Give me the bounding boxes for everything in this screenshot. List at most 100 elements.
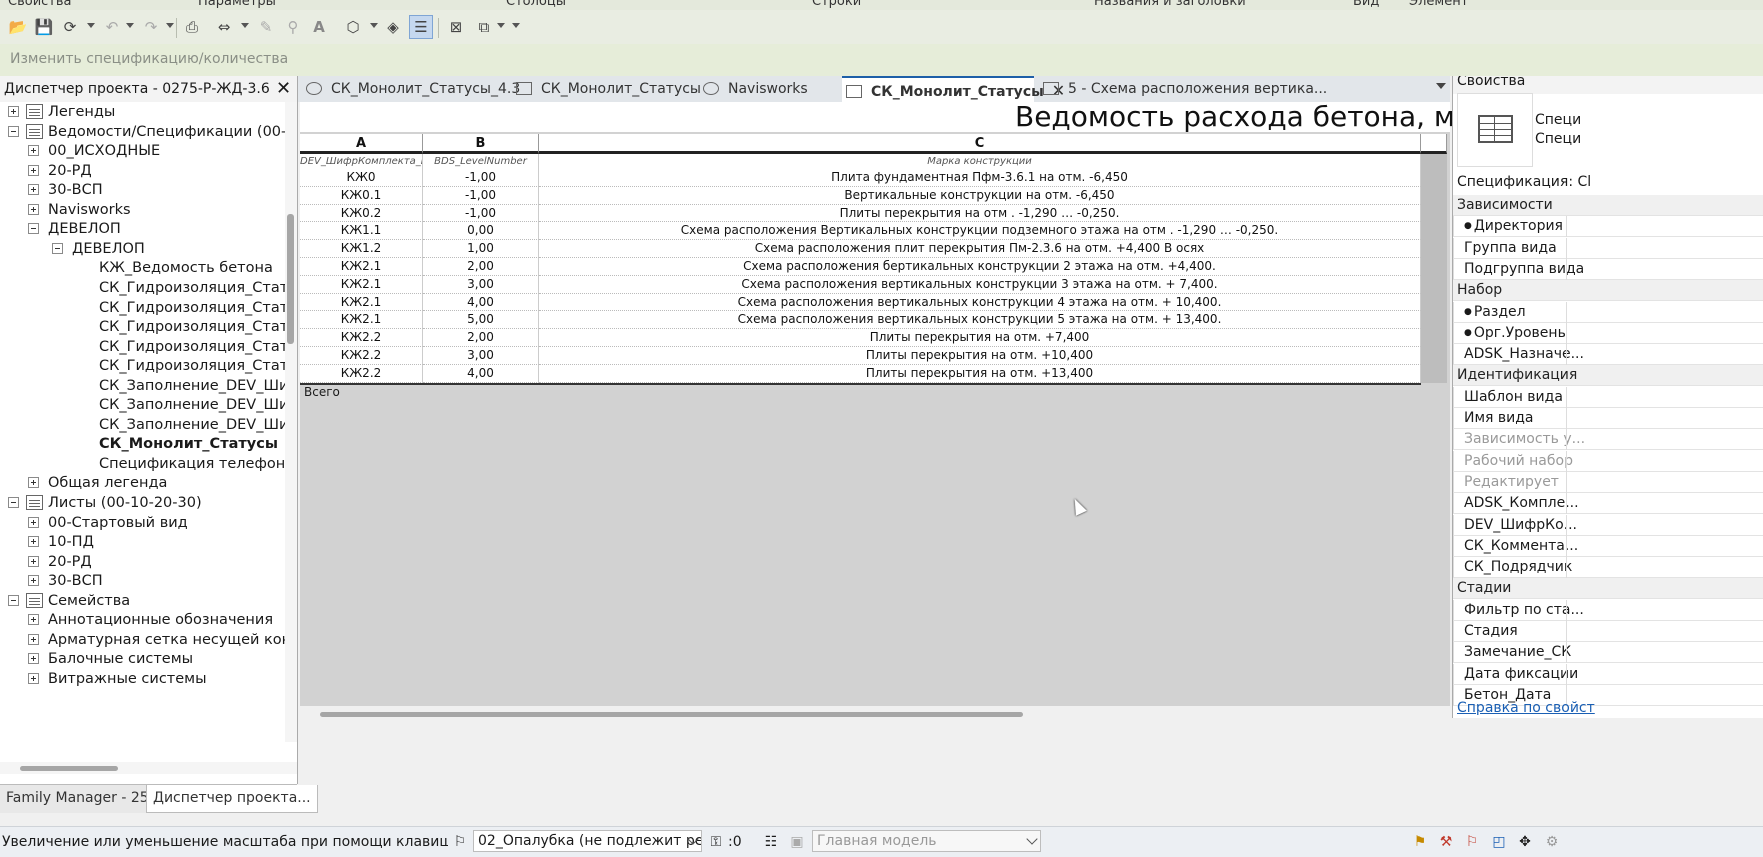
- schedule-title[interactable]: Ведомость расхода бетона, м³: [1015, 100, 1466, 133]
- table-cell[interactable]: 5,00: [423, 311, 539, 330]
- instance-selector[interactable]: Спецификация: Cl: [1457, 174, 1591, 190]
- column-letter-header[interactable]: A: [300, 134, 423, 154]
- tree-item[interactable]: 20-РД: [0, 552, 285, 572]
- vertical-scrollbar[interactable]: [285, 102, 297, 742]
- property-group-header[interactable]: Набор: [1453, 280, 1763, 302]
- view-tab[interactable]: СК_Монолит_Статусы: [516, 76, 701, 102]
- table-cell[interactable]: 3,00: [423, 347, 539, 365]
- view-tab-active[interactable]: СК_Монолит_Статусы ✕: [842, 76, 1065, 102]
- table-cell[interactable]: 0,00: [423, 222, 539, 241]
- table-cell[interactable]: КЖ0.2: [300, 204, 423, 223]
- property-row[interactable]: ADSK_Назначе...: [1453, 344, 1763, 366]
- expand-icon[interactable]: [28, 184, 39, 196]
- tree-item[interactable]: СК_Заполнение_DEV_ШифрК: [0, 415, 285, 435]
- undo-dropdown-icon[interactable]: [126, 23, 134, 28]
- tree-item[interactable]: СК_Заполнение_DEV_ШифрК: [0, 395, 285, 415]
- tree-item[interactable]: СК_Гидроизоляция_Статусы_: [0, 298, 285, 318]
- tree-item[interactable]: Листы (00-10-20-30): [0, 493, 285, 513]
- customize-qat-icon[interactable]: [512, 23, 520, 28]
- expand-icon[interactable]: [28, 145, 39, 157]
- collapse-icon[interactable]: [52, 242, 63, 254]
- tree-item[interactable]: Общая легенда: [0, 473, 285, 493]
- expand-icon[interactable]: [28, 672, 39, 684]
- open-icon[interactable]: 📂: [6, 15, 30, 39]
- table-cell[interactable]: КЖ2.1: [300, 275, 423, 294]
- table-cell[interactable]: Схема расположения бертикальных конструк…: [539, 258, 1421, 276]
- redo-dropdown-icon[interactable]: [166, 23, 174, 28]
- tree-item[interactable]: 00_ИСХОДНЫЕ: [0, 141, 285, 161]
- table-cell[interactable]: 4,00: [423, 293, 539, 312]
- tree-item[interactable]: Спецификация телефонных у: [0, 454, 285, 474]
- expand-icon[interactable]: [28, 477, 39, 489]
- close-hidden-windows-icon[interactable]: ⊠: [444, 15, 468, 39]
- tree-item[interactable]: СК_Гидроизоляция_Статусы_: [0, 356, 285, 376]
- table-cell[interactable]: КЖ2.2: [300, 329, 423, 347]
- table-cell[interactable]: Схема расположения плит перекрытия Пм-2.…: [539, 240, 1421, 258]
- field-header[interactable]: DEV_ШифрКомплекта_К: [300, 154, 423, 169]
- property-row[interactable]: ADSK_Компле...: [1453, 493, 1763, 515]
- ribbon-tab[interactable]: Свойства: [8, 0, 72, 9]
- ribbon-tab[interactable]: Вид: [1353, 0, 1379, 9]
- table-cell[interactable]: Схема расположения Вертикальных конструк…: [539, 222, 1421, 241]
- design-option-select[interactable]: Главная модель: [812, 830, 1041, 852]
- table-cell[interactable]: КЖ1.2: [300, 240, 423, 258]
- redo-icon[interactable]: ↷: [139, 15, 163, 39]
- property-group-header[interactable]: Стадии: [1453, 578, 1763, 600]
- table-cell[interactable]: -1,00: [423, 186, 539, 205]
- switch-windows-dropdown-icon[interactable]: [497, 23, 505, 28]
- tree-item[interactable]: ДЕВЕЛОП: [0, 239, 285, 259]
- select-links-icon[interactable]: ⚑: [1410, 832, 1430, 852]
- text-icon[interactable]: A: [307, 15, 331, 39]
- table-cell[interactable]: -1,00: [423, 204, 539, 223]
- sync-dropdown-icon[interactable]: [87, 23, 95, 28]
- collapse-icon[interactable]: [28, 223, 39, 235]
- ribbon-tab[interactable]: Названия и заголовки: [1094, 0, 1246, 9]
- collapse-icon[interactable]: [8, 594, 19, 606]
- field-header[interactable]: Марка конструкции: [539, 154, 1421, 169]
- tree-item[interactable]: СК_Гидроизоляция_Статусы_: [0, 317, 285, 337]
- property-row[interactable]: Подгруппа вида: [1453, 258, 1763, 280]
- horizontal-scrollbar[interactable]: [0, 762, 297, 774]
- select-by-face-icon[interactable]: ◰: [1489, 832, 1509, 852]
- expand-icon[interactable]: [28, 575, 39, 587]
- tree-item[interactable]: Аннотационные обозначения: [0, 610, 285, 630]
- table-cell[interactable]: 3,00: [423, 275, 539, 294]
- editing-requests-icon[interactable]: ▣: [787, 832, 807, 852]
- ribbon-tab[interactable]: Параметры: [198, 0, 276, 9]
- tag-icon[interactable]: ⚲: [281, 15, 305, 39]
- tabs-menu-icon[interactable]: [1436, 83, 1446, 89]
- table-cell[interactable]: КЖ2.2: [300, 347, 423, 365]
- property-group-header[interactable]: Идентификация: [1453, 365, 1763, 387]
- tree-item[interactable]: Легенды: [0, 102, 285, 122]
- thin-lines-icon[interactable]: ☰: [409, 15, 433, 39]
- print-icon[interactable]: ⎙: [180, 15, 204, 39]
- tree-item[interactable]: КЖ_Ведомость бетона: [0, 258, 285, 278]
- view-tab[interactable]: Navisworks: [703, 76, 808, 102]
- expand-icon[interactable]: [28, 536, 39, 548]
- tree-item[interactable]: СК_Монолит_Статусы: [0, 434, 285, 454]
- scrollbar-thumb[interactable]: [20, 766, 118, 771]
- close-icon[interactable]: ✕: [276, 78, 291, 99]
- dimension-icon[interactable]: ✎: [254, 15, 278, 39]
- tree-item[interactable]: 30-ВСП: [0, 571, 285, 591]
- tree-item[interactable]: СК_Гидроизоляция_Статусы_: [0, 278, 285, 298]
- property-row[interactable]: Имя вида: [1453, 408, 1763, 429]
- table-cell[interactable]: 4,00: [423, 364, 539, 383]
- tab-project-browser[interactable]: Диспетчер проекта...: [146, 785, 318, 813]
- expand-icon[interactable]: [28, 516, 39, 528]
- design-options-icon[interactable]: ☷: [761, 832, 781, 852]
- tree-item[interactable]: СК_Гидроизоляция_Статусы_: [0, 337, 285, 357]
- scrollbar-thumb[interactable]: [287, 214, 294, 344]
- measure-dropdown-icon[interactable]: [241, 23, 249, 28]
- table-cell[interactable]: КЖ0: [300, 169, 423, 187]
- property-row[interactable]: DEV_ШифрКо...: [1453, 514, 1763, 536]
- select-underlay-icon[interactable]: ⚒: [1436, 832, 1456, 852]
- table-cell[interactable]: Плиты перекрытия на отм. +13,400: [539, 364, 1421, 383]
- property-row[interactable]: Группа вида: [1453, 237, 1763, 259]
- table-cell[interactable]: 2,00: [423, 329, 539, 347]
- collapse-icon[interactable]: [8, 125, 19, 137]
- tree-item[interactable]: Семейства: [0, 591, 285, 611]
- table-cell[interactable]: КЖ2.1: [300, 258, 423, 276]
- expand-icon[interactable]: [28, 203, 39, 215]
- undo-icon[interactable]: ↶: [100, 15, 124, 39]
